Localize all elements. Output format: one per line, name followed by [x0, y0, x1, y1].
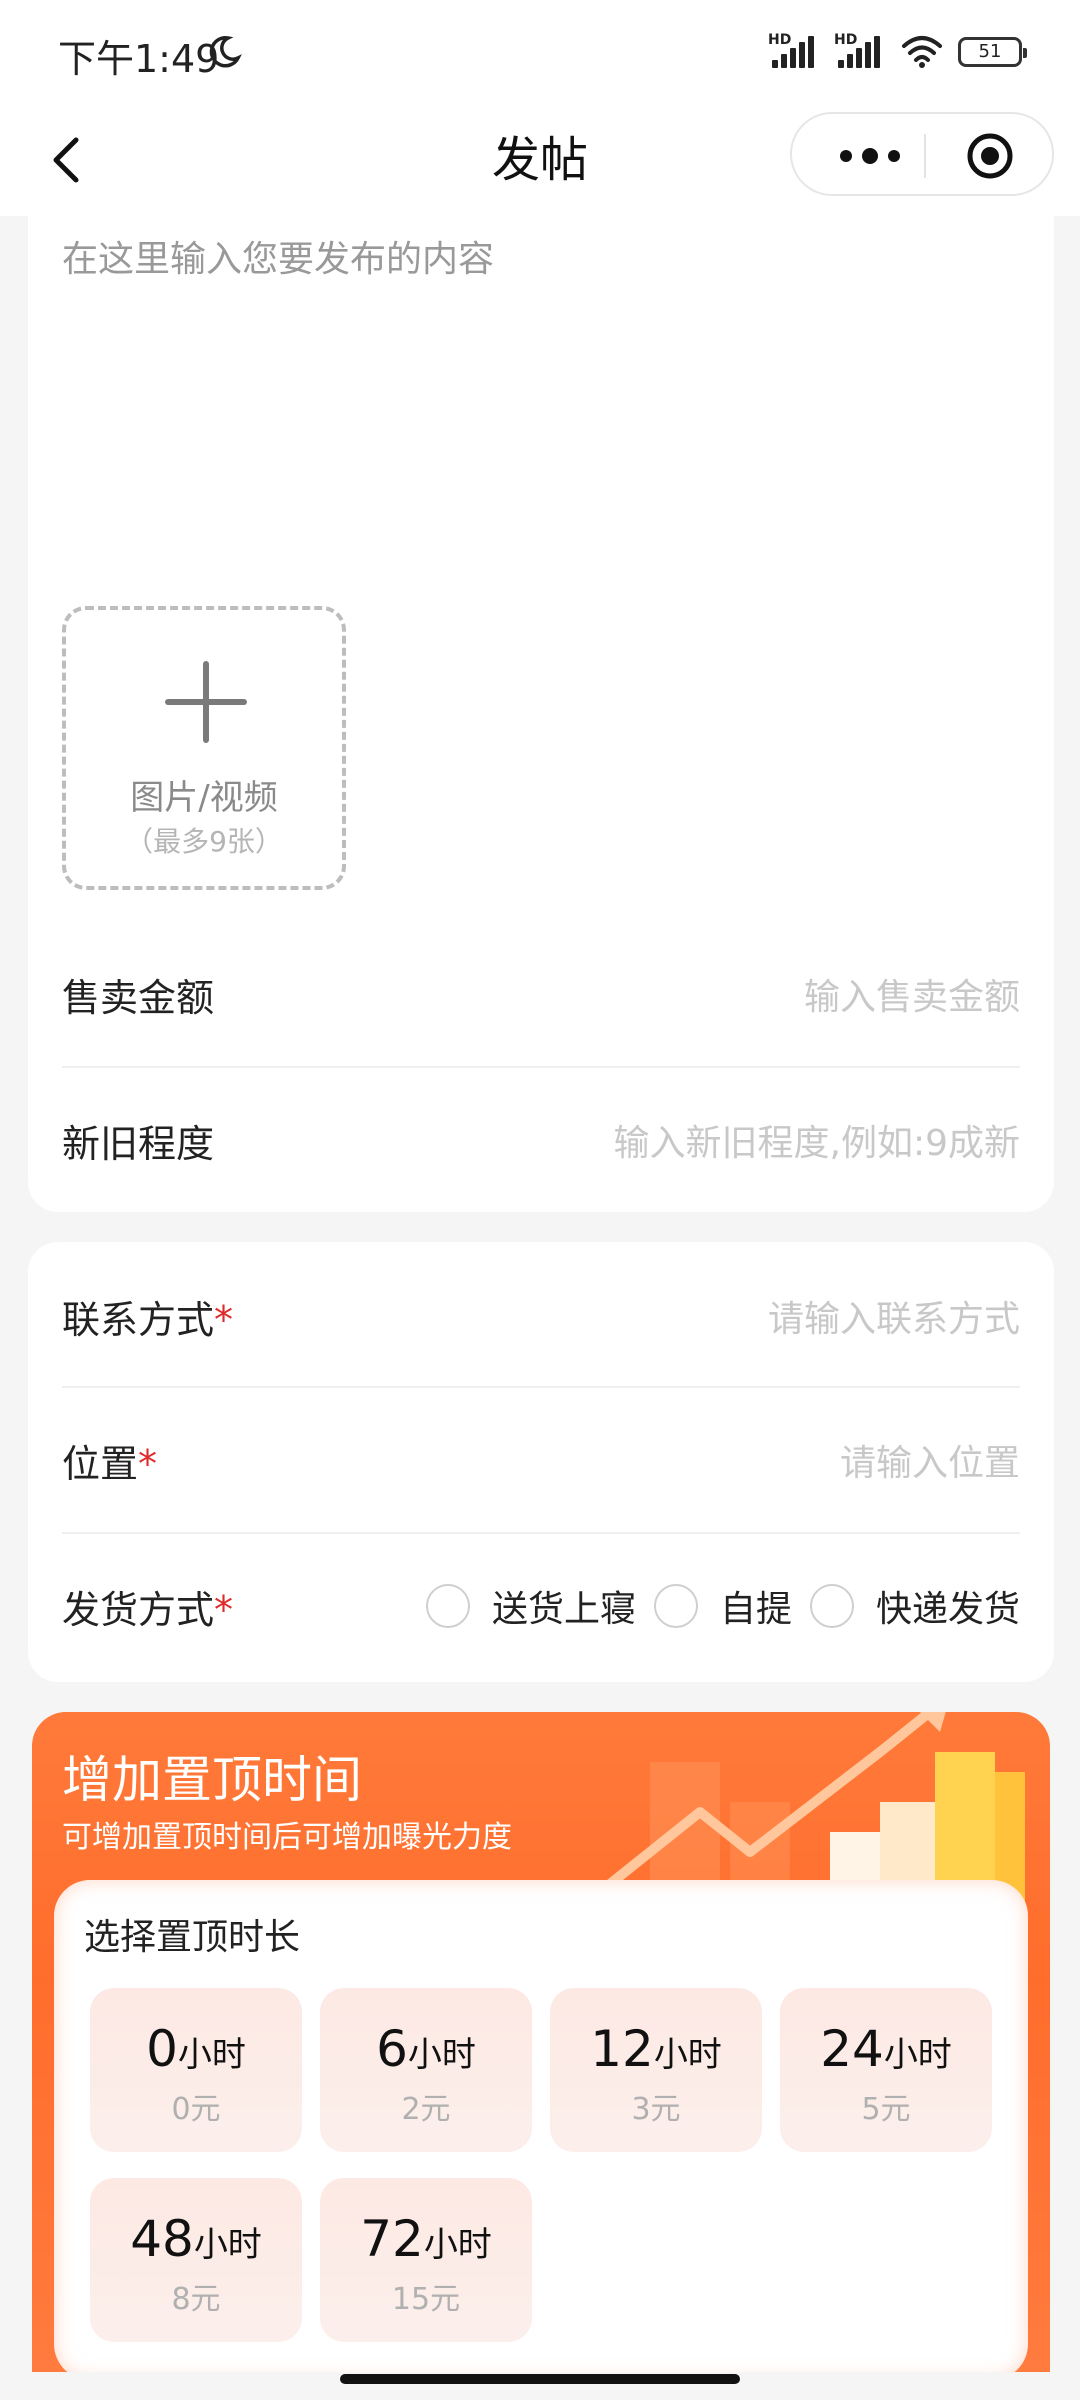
battery-icon: 51 — [958, 37, 1027, 67]
status-time: 下午1:49 — [58, 37, 220, 81]
option-hours: 12 — [590, 2020, 654, 2078]
required-mark: * — [138, 1441, 158, 1486]
mini-program-capsule — [790, 112, 1054, 196]
required-mark: * — [214, 1587, 234, 1632]
location-label: 位置* — [62, 1441, 158, 1486]
condition-row: 新旧程度 输入新旧程度,例如:9成新 — [62, 1068, 1020, 1212]
radio-label: 送货上寝 — [491, 1589, 636, 1630]
upload-limit: （最多9张） — [125, 825, 283, 858]
radio-label: 快递发货 — [875, 1589, 1020, 1630]
nav-bar: 发帖 — [0, 108, 1080, 216]
status-icons: HD HD 51 — [768, 30, 1027, 74]
pin-option[interactable]: 72小时 15元 — [320, 2178, 532, 2342]
pin-option[interactable]: 48小时 8元 — [90, 2178, 302, 2342]
pin-option[interactable]: 24小时 5元 — [780, 1988, 992, 2152]
contact-card: 联系方式* 请输入联系方式 位置* 请输入位置 发货方式* 送货上寝 自提 快递… — [28, 1242, 1054, 1682]
contact-row: 联系方式* 请输入联系方式 — [62, 1244, 1020, 1388]
content-textarea[interactable]: 在这里输入您要发布的内容 — [62, 230, 494, 282]
location-input[interactable]: 请输入位置 — [840, 1434, 1020, 1486]
price-label: 售卖金额 — [62, 975, 215, 1020]
radio-label: 自提 — [719, 1589, 792, 1630]
option-unit: 小时 — [883, 2035, 952, 2075]
shipping-label: 发货方式* — [62, 1587, 234, 1632]
option-price: 5元 — [861, 2092, 911, 2127]
contact-input[interactable]: 请输入联系方式 — [768, 1290, 1020, 1342]
battery-level: 51 — [978, 41, 1002, 62]
home-indicator[interactable] — [340, 2374, 740, 2384]
capsule-divider — [924, 134, 926, 178]
option-unit: 小时 — [193, 2225, 262, 2265]
pin-duration-title: 选择置顶时长 — [84, 1917, 301, 1958]
condition-label: 新旧程度 — [62, 1121, 215, 1166]
price-input[interactable]: 输入售卖金额 — [804, 968, 1020, 1020]
option-unit: 小时 — [653, 2035, 722, 2075]
option-hours: 24 — [820, 2020, 884, 2078]
option-price: 2元 — [401, 2092, 451, 2127]
radio-icon — [653, 1584, 698, 1628]
option-unit: 小时 — [407, 2035, 476, 2075]
shipping-option-express[interactable]: 快递发货 — [809, 1580, 1020, 1632]
condition-input[interactable]: 输入新旧程度,例如:9成新 — [614, 1114, 1020, 1166]
price-row: 售卖金额 输入售卖金额 — [62, 922, 1020, 1066]
option-hours: 6 — [376, 2020, 408, 2078]
plus-icon — [165, 661, 247, 743]
shipping-option-dorm[interactable]: 送货上寝 — [425, 1580, 636, 1632]
contact-label: 联系方式* — [62, 1297, 234, 1342]
wifi-icon — [902, 36, 942, 68]
required-mark: * — [214, 1297, 234, 1342]
location-row: 位置* 请输入位置 — [62, 1388, 1020, 1532]
more-icon[interactable] — [830, 136, 910, 176]
pin-option[interactable]: 12小时 3元 — [550, 1988, 762, 2152]
option-unit: 小时 — [423, 2225, 492, 2265]
network-type-2: HD — [834, 32, 858, 48]
pin-option[interactable]: 0小时 0元 — [90, 1988, 302, 2152]
promotion-subtitle: 可增加置顶时间后可增加曝光力度 — [62, 1820, 512, 1855]
option-price: 0元 — [171, 2092, 221, 2127]
shipping-options: 送货上寝 自提 快递发货 — [408, 1580, 1020, 1632]
shipping-option-pickup[interactable]: 自提 — [653, 1580, 792, 1632]
option-price: 3元 — [631, 2092, 681, 2127]
pin-option[interactable]: 6小时 2元 — [320, 1988, 532, 2152]
network-type: HD — [768, 32, 792, 48]
pin-promotion-panel: 增加置顶时间 可增加置顶时间后可增加曝光力度 选择置顶时长 0小时 0元 6小时… — [32, 1712, 1050, 2372]
option-hours: 48 — [130, 2210, 194, 2268]
signal-icon: HD — [768, 32, 820, 72]
post-content-card: 在这里输入您要发布的内容 图片/视频 （最多9张） 售卖金额 输入售卖金额 新旧… — [28, 216, 1054, 1212]
upload-label: 图片/视频 — [130, 778, 278, 818]
radio-icon — [425, 1584, 470, 1628]
status-bar: 下午1:49 HD HD 51 — [0, 0, 1080, 108]
option-unit: 小时 — [177, 2035, 246, 2075]
shipping-row: 发货方式* 送货上寝 自提 快递发货 — [62, 1534, 1020, 1678]
option-price: 8元 — [171, 2282, 221, 2317]
radio-icon — [809, 1584, 854, 1628]
growth-chart-illustration — [595, 1712, 1025, 1902]
close-miniprogram-icon[interactable] — [966, 132, 1014, 180]
option-price: 15元 — [391, 2282, 461, 2317]
upload-media-button[interactable]: 图片/视频 （最多9张） — [62, 606, 346, 890]
signal-icon-2: HD — [834, 32, 886, 72]
option-hours: 72 — [360, 2210, 424, 2268]
moon-icon — [209, 36, 242, 68]
option-hours: 0 — [146, 2020, 178, 2078]
promotion-title: 增加置顶时间 — [62, 1751, 362, 1809]
pin-duration-card: 选择置顶时长 0小时 0元 6小时 2元 12小时 3元 24小时 5元 48小… — [54, 1880, 1028, 2372]
